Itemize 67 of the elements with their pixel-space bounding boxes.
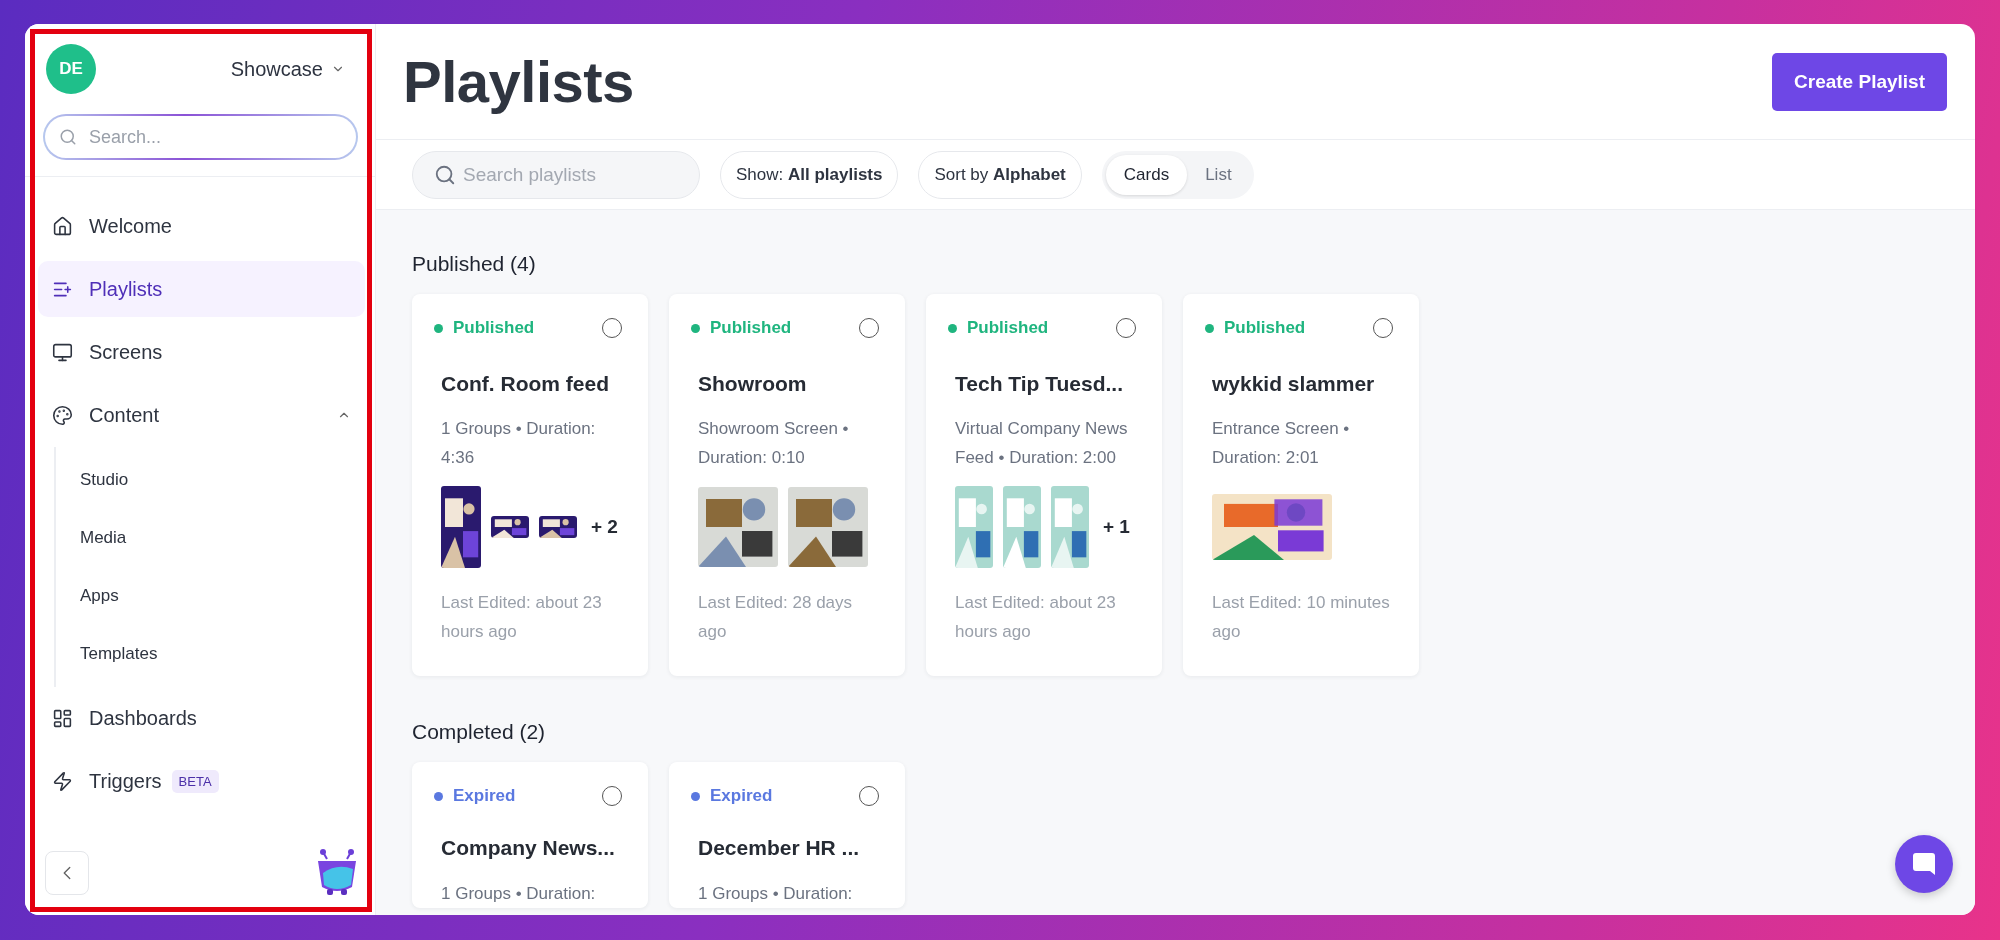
select-radio[interactable]	[1373, 318, 1393, 338]
more-count: + 2	[591, 516, 618, 538]
playlist-card[interactable]: Published Conf. Room feed 1 Groups • Duration: 4:36 + 2 Last Edited: about 23 hours ago	[412, 294, 648, 676]
workspace-switcher[interactable]: Showcase	[230, 57, 357, 81]
last-edited: Last Edited: about 23 hours ago	[441, 592, 603, 643]
playlist-card[interactable]: Expired Company News... 1 Groups • Duration:	[412, 762, 648, 908]
status-label: Published	[948, 318, 1049, 338]
status-label: Published	[1205, 318, 1306, 338]
card-meta: 1 Groups • Duration: 4:36	[441, 418, 597, 469]
status-label: Expired	[691, 786, 773, 806]
nav-item[interactable]: Playlists	[38, 261, 365, 317]
view-toggle[interactable]: List	[1187, 154, 1250, 195]
nav-subitem[interactable]: Apps	[56, 567, 365, 625]
playlist-card[interactable]: Published Tech Tip Tuesd... Virtual Company News Feed • Duration: 2:00 + 1 Last Edited: about 23 hours ago	[926, 294, 1162, 676]
palette-icon	[52, 404, 73, 426]
nav-subitem[interactable]: Media	[56, 509, 365, 567]
card-title: wykkid slammer	[1212, 372, 1376, 396]
nav-item[interactable]: Triggers BETA	[38, 753, 365, 809]
filter-dropdown[interactable]: Show: All playlists	[720, 150, 899, 199]
playlist-card[interactable]: Expired December HR ... 1 Groups • Duration:	[669, 762, 905, 908]
search-field[interactable]: Search playlists	[412, 150, 700, 199]
playlist-card[interactable]: Published Showroom Showroom Screen • Duration: 0:10 Last Edited: 28 days ago	[669, 294, 905, 676]
card-meta: 1 Groups • Duration:	[441, 884, 597, 904]
more-count: + 1	[1103, 516, 1130, 538]
beta-badge: BETA	[171, 769, 219, 793]
bolt-icon	[52, 770, 73, 792]
card-meta: Entrance Screen • Duration: 2:01	[1212, 418, 1351, 469]
section-title: Published (4)	[412, 252, 537, 276]
select-radio[interactable]	[859, 318, 879, 338]
last-edited: Last Edited: 28 days ago	[698, 592, 854, 643]
home-icon	[52, 215, 73, 237]
sort-dropdown[interactable]: Sort by Alphabet	[918, 150, 1082, 199]
status-label: Published	[691, 318, 792, 338]
chat-icon	[1911, 851, 1937, 877]
mascot-logo	[315, 849, 359, 897]
card-meta: 1 Groups • Duration:	[698, 884, 854, 904]
card-title: Tech Tip Tuesd...	[955, 372, 1125, 396]
status-label: Expired	[434, 786, 516, 806]
card-meta: Virtual Company News Feed • Duration: 2:00	[955, 418, 1129, 469]
last-edited: Last Edited: 10 minutes ago	[1212, 592, 1391, 643]
create-playlist-button[interactable]: Create Playlist	[1772, 52, 1947, 111]
card-title: December HR ...	[698, 836, 861, 860]
select-radio[interactable]	[1116, 318, 1136, 338]
select-radio[interactable]	[859, 786, 879, 806]
nav-item[interactable]: Content	[38, 387, 365, 443]
section-title: Completed (2)	[412, 720, 547, 744]
nav-item[interactable]: Welcome	[38, 198, 365, 254]
card-title: Showroom	[698, 372, 808, 396]
dashboard-icon	[52, 707, 73, 729]
playlist-card[interactable]: Published wykkid slammer Entrance Screen • Duration: 2:01 Last Edited: 10 minutes ago	[1183, 294, 1419, 676]
nav-subitem[interactable]: Templates	[56, 625, 365, 683]
search-icon	[59, 128, 77, 146]
search-field[interactable]: Search...	[43, 114, 358, 160]
select-radio[interactable]	[602, 786, 622, 806]
select-radio[interactable]	[602, 318, 622, 338]
last-edited: Last Edited: about 23 hours ago	[955, 592, 1117, 643]
card-title: Conf. Room feed	[441, 372, 610, 396]
card-meta: Showroom Screen • Duration: 0:10	[698, 418, 850, 469]
page-title: Playlists	[403, 48, 634, 115]
search-icon	[434, 163, 456, 186]
monitor-icon	[52, 341, 73, 363]
card-title: Company News...	[441, 836, 616, 860]
nav-item[interactable]: Screens	[38, 324, 365, 380]
status-label: Published	[434, 318, 535, 338]
view-toggle[interactable]: Cards	[1105, 154, 1188, 195]
nav-subitem[interactable]: Studio	[56, 451, 365, 509]
nav-item[interactable]: Dashboards	[38, 690, 365, 746]
